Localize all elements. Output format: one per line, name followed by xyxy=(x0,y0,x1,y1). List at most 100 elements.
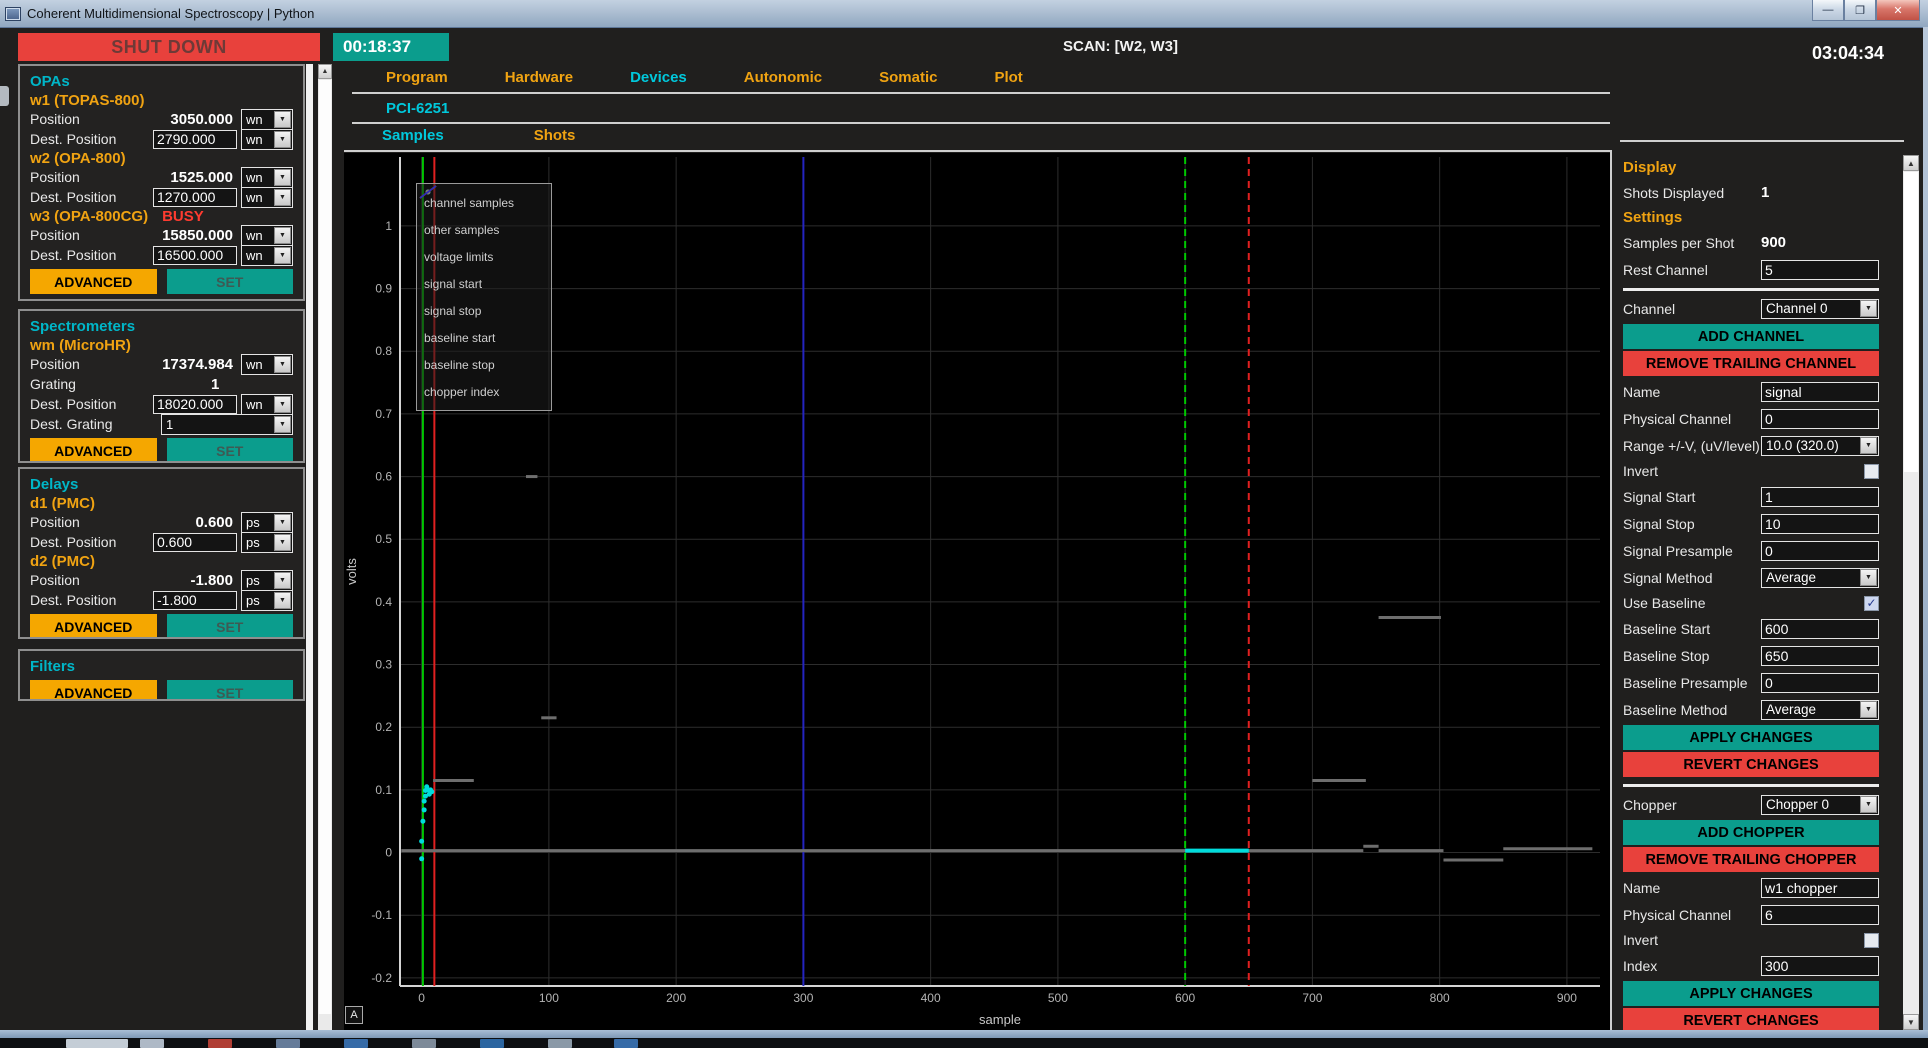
scrollbar-thumb[interactable] xyxy=(319,80,331,1014)
physical-channel-input[interactable] xyxy=(1761,905,1879,925)
taskbar-item[interactable] xyxy=(412,1039,436,1048)
restore-button[interactable]: ❐ xyxy=(1844,0,1876,21)
units-select[interactable]: wn▼ xyxy=(241,354,293,375)
revert-changes-button[interactable]: REVERT CHANGES xyxy=(1623,752,1879,777)
signal-stop-input[interactable] xyxy=(1761,514,1879,534)
units-select[interactable]: wn▼ xyxy=(241,109,293,130)
divider xyxy=(1623,779,1879,791)
chopper-select[interactable]: Chopper 0▼ xyxy=(1761,795,1879,815)
advanced-button[interactable]: ADVANCED xyxy=(30,680,157,701)
taskbar-item[interactable] xyxy=(614,1039,638,1048)
units-select[interactable]: wn▼ xyxy=(241,225,293,246)
units-select[interactable]: wn▼ xyxy=(241,129,293,150)
position-value: 15850.000 xyxy=(157,227,241,244)
scrollbar-thumb[interactable] xyxy=(1904,172,1918,472)
dest-position-input[interactable] xyxy=(153,533,237,552)
channel-select[interactable]: Channel 0▼ xyxy=(1761,299,1879,319)
scroll-up-icon[interactable]: ▲ xyxy=(1903,155,1919,171)
window-titlebar[interactable]: Coherent Multidimensional Spectroscopy |… xyxy=(0,0,1928,28)
set-button[interactable]: SET xyxy=(167,438,294,463)
signal-start-input[interactable] xyxy=(1761,487,1879,507)
set-button[interactable]: SET xyxy=(167,269,294,294)
units-select[interactable]: ps▼ xyxy=(241,570,293,591)
setting-label: Index xyxy=(1623,958,1761,974)
taskbar-item[interactable] xyxy=(208,1039,232,1048)
add-channel-button[interactable]: ADD CHANNEL xyxy=(1623,324,1879,349)
baseline-method-select[interactable]: Average▼ xyxy=(1761,700,1879,720)
remove-trailing-chopper-button[interactable]: REMOVE TRAILING CHOPPER xyxy=(1623,847,1879,872)
use baseline-checkbox[interactable]: ✓ xyxy=(1864,596,1879,611)
units-select[interactable]: wn▼ xyxy=(241,394,293,415)
taskbar-item[interactable] xyxy=(480,1039,504,1048)
dest-position-row: Dest. Positionps▼ xyxy=(30,532,293,552)
taskbar-item[interactable] xyxy=(344,1039,368,1048)
invert-checkbox[interactable] xyxy=(1864,933,1879,948)
taskbar[interactable] xyxy=(0,1038,1928,1048)
right-panel-scrollbar[interactable]: ▲ ▼ xyxy=(1903,155,1919,1030)
y-tick-label: 0 xyxy=(385,846,392,860)
subtab-samples[interactable]: Samples xyxy=(382,127,444,144)
nav-item-somatic[interactable]: Somatic xyxy=(879,69,937,91)
physical-channel-input[interactable] xyxy=(1761,409,1879,429)
subtab-shots[interactable]: Shots xyxy=(534,127,576,144)
baseline-presample-input[interactable] xyxy=(1761,673,1879,693)
dest-position-input[interactable] xyxy=(153,395,237,414)
dest-position-input[interactable] xyxy=(153,188,237,207)
tab-pci-6251[interactable]: PCI-6251 xyxy=(386,100,449,117)
units-select[interactable]: wn▼ xyxy=(241,245,293,266)
units-select[interactable]: ps▼ xyxy=(241,512,293,533)
taskbar-item[interactable] xyxy=(276,1039,300,1048)
set-button[interactable]: SET xyxy=(167,614,294,639)
samples-plot[interactable]: 0100200300400500600700800900-0.2-0.100.1… xyxy=(344,153,1610,1032)
apply-changes-button[interactable]: APPLY CHANGES xyxy=(1623,981,1879,1006)
nav-separator xyxy=(352,92,1610,94)
advanced-button[interactable]: ADVANCED xyxy=(30,614,157,639)
invert-checkbox[interactable] xyxy=(1864,464,1879,479)
nav-item-devices[interactable]: Devices xyxy=(630,69,687,91)
taskbar-item[interactable] xyxy=(66,1039,128,1048)
signal-presample-input[interactable] xyxy=(1761,541,1879,561)
baseline-stop-input[interactable] xyxy=(1761,646,1879,666)
dest-position-input[interactable] xyxy=(153,591,237,610)
position-value: 0.600 xyxy=(157,514,241,531)
auto-range-button[interactable]: A xyxy=(345,1006,363,1024)
scroll-up-icon[interactable]: ▲ xyxy=(318,64,332,79)
dest-position-input[interactable] xyxy=(153,130,237,149)
button-row: ADVANCED SET xyxy=(30,680,293,701)
plot-legend[interactable]: channel samplesother samplesvoltage limi… xyxy=(416,183,552,411)
units-select[interactable]: ps▼ xyxy=(241,532,293,553)
signal-method-select[interactable]: Average▼ xyxy=(1761,568,1879,588)
name-input[interactable] xyxy=(1761,382,1879,402)
shutdown-button[interactable]: SHUT DOWN xyxy=(18,33,320,61)
scroll-down-icon[interactable]: ▼ xyxy=(1903,1014,1919,1030)
taskbar-item[interactable] xyxy=(140,1039,164,1048)
set-button[interactable]: SET xyxy=(167,680,294,701)
settings-row: Name xyxy=(1623,378,1879,405)
minimize-button[interactable]: — xyxy=(1812,0,1844,21)
left-panel-scrollbar[interactable] xyxy=(306,64,313,1030)
range-v-uv-level--select[interactable]: 10.0 (320.0)▼ xyxy=(1761,436,1879,456)
units-select[interactable]: 1▼ xyxy=(161,414,293,435)
advanced-button[interactable]: ADVANCED xyxy=(30,438,157,463)
units-select[interactable]: ps▼ xyxy=(241,590,293,611)
baseline-start-input[interactable] xyxy=(1761,619,1879,639)
dest-position-input[interactable] xyxy=(153,246,237,265)
units-select[interactable]: wn▼ xyxy=(241,167,293,188)
apply-changes-button[interactable]: APPLY CHANGES xyxy=(1623,725,1879,750)
nav-item-autonomic[interactable]: Autonomic xyxy=(744,69,822,91)
add-chopper-button[interactable]: ADD CHOPPER xyxy=(1623,820,1879,845)
rest-channel-input[interactable] xyxy=(1761,260,1879,280)
nav-item-plot[interactable]: Plot xyxy=(994,69,1022,91)
motor-name: d1 (PMC) xyxy=(30,495,95,512)
advanced-button[interactable]: ADVANCED xyxy=(30,269,157,294)
central-scrollbar[interactable]: ▲ xyxy=(318,64,332,1030)
close-button[interactable]: ✕ xyxy=(1876,0,1920,21)
units-select[interactable]: wn▼ xyxy=(241,187,293,208)
nav-item-hardware[interactable]: Hardware xyxy=(505,69,573,91)
taskbar-item[interactable] xyxy=(548,1039,572,1048)
revert-changes-button[interactable]: REVERT CHANGES xyxy=(1623,1008,1879,1030)
remove-trailing-channel-button[interactable]: REMOVE TRAILING CHANNEL xyxy=(1623,351,1879,376)
name-input[interactable] xyxy=(1761,878,1879,898)
nav-item-program[interactable]: Program xyxy=(386,69,448,91)
index-input[interactable] xyxy=(1761,956,1879,976)
